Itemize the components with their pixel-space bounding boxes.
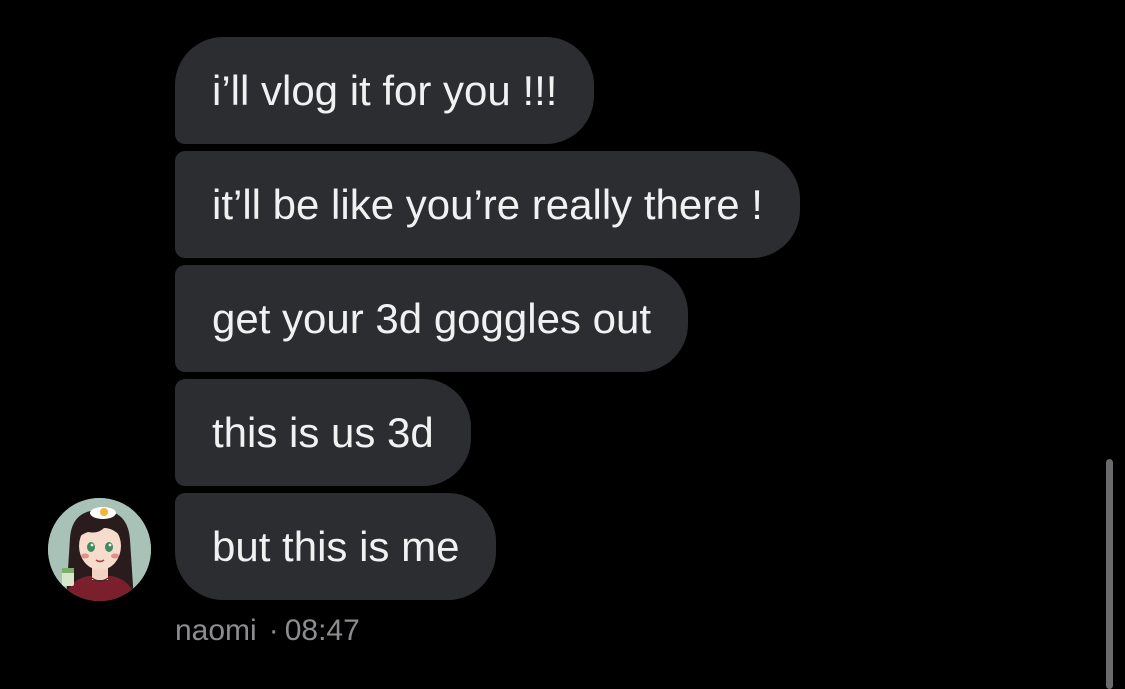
message-text: but this is me (212, 523, 460, 570)
message-text: i’ll vlog it for you !!! (212, 67, 558, 114)
message-bubble[interactable]: it’ll be like you’re really there ! (175, 151, 800, 258)
message-bubble[interactable]: but this is me (175, 493, 497, 600)
message-text: this is us 3d (212, 409, 434, 456)
scrollbar[interactable] (1106, 459, 1113, 689)
sender-avatar[interactable] (48, 498, 151, 601)
message-bubble[interactable]: get your 3d goggles out (175, 265, 688, 372)
meta-separator: · (268, 614, 279, 647)
message-meta: naomi · 08:47 (175, 609, 360, 653)
message-bubble[interactable]: this is us 3d (175, 379, 471, 486)
message-text: it’ll be like you’re really there ! (212, 181, 763, 228)
message-timestamp: 08:47 (284, 614, 360, 647)
message-text: get your 3d goggles out (212, 295, 651, 342)
sender-name[interactable]: naomi (175, 614, 257, 647)
message-bubble[interactable]: i’ll vlog it for you !!! (175, 37, 595, 144)
illustrated-girl-avatar-icon (48, 498, 151, 601)
